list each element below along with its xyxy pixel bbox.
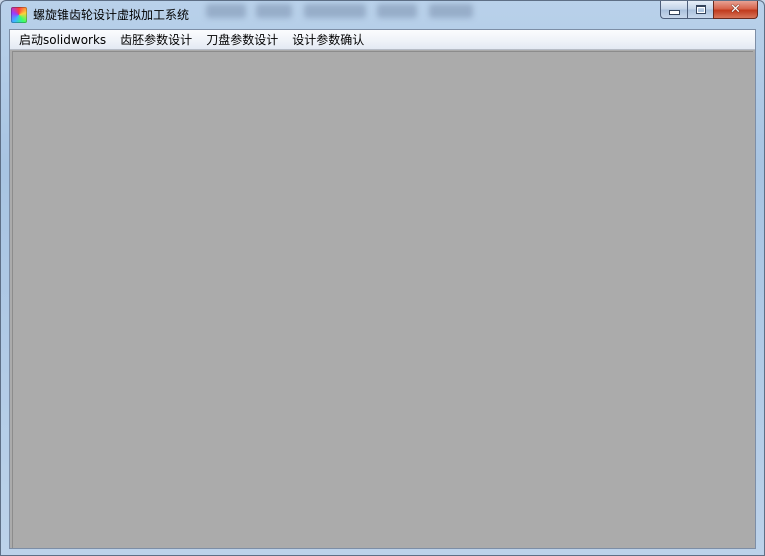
minimize-icon [668, 10, 680, 15]
maximize-icon [695, 5, 706, 14]
title-bar[interactable]: 螺旋锥齿轮设计虚拟加工系统 ✕ [1, 1, 764, 29]
app-color-icon[interactable] [11, 7, 27, 23]
application-window: 螺旋锥齿轮设计虚拟加工系统 ✕ 启动solidworks 齿胚参数设计 刀盘参数… [0, 0, 765, 556]
close-button[interactable]: ✕ [713, 1, 758, 19]
menu-bar: 启动solidworks 齿胚参数设计 刀盘参数设计 设计参数确认 [10, 30, 755, 50]
window-title: 螺旋锥齿轮设计虚拟加工系统 [33, 8, 190, 22]
menu-start-solidworks[interactable]: 启动solidworks [12, 31, 113, 49]
mdi-workspace[interactable] [12, 51, 753, 548]
menu-blank-parameter-design[interactable]: 齿胚参数设计 [113, 31, 199, 49]
client-area: 启动solidworks 齿胚参数设计 刀盘参数设计 设计参数确认 [9, 29, 756, 549]
minimize-button[interactable] [660, 1, 687, 19]
menu-cutter-parameter-design[interactable]: 刀盘参数设计 [199, 31, 285, 49]
menu-design-parameter-confirm[interactable]: 设计参数确认 [285, 31, 371, 49]
maximize-button[interactable] [687, 1, 713, 19]
close-icon: ✕ [730, 2, 741, 17]
caption-buttons: ✕ [660, 1, 758, 20]
